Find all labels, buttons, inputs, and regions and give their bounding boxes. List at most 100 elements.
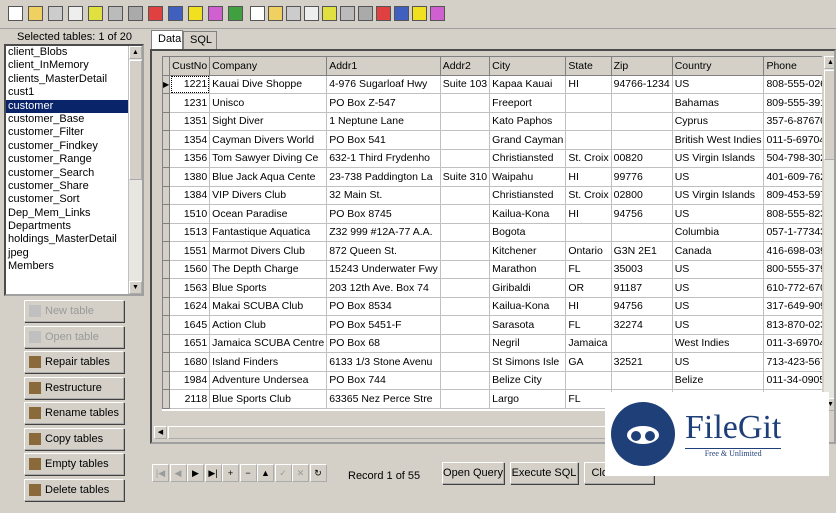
grid-cell[interactable]: US Virgin Islands bbox=[671, 185, 765, 205]
sql-icon[interactable] bbox=[410, 4, 429, 23]
grid-cell[interactable]: OR bbox=[565, 278, 612, 298]
grid-cell[interactable]: 02800 bbox=[610, 185, 673, 205]
grid-cell[interactable]: Largo bbox=[489, 389, 567, 409]
grid-cell[interactable]: US Virgin Islands bbox=[671, 148, 765, 168]
table-row[interactable]: 1513 Fantastique Aquatica Z32 999 #12A-77 … bbox=[162, 222, 822, 242]
table-row[interactable]: 1645 Action Club PO Box 5451-F Sarasota FL 32… bbox=[162, 315, 822, 335]
grid-cell[interactable]: 317-649-9098 bbox=[763, 296, 822, 316]
grid-cell[interactable]: US bbox=[671, 315, 765, 335]
table-row[interactable]: 1563 Blue Sports 203 12th Ave. Box 74 Girib… bbox=[162, 278, 822, 298]
grid-cell[interactable]: Sight Diver bbox=[209, 111, 328, 131]
grid-cell[interactable]: Suite 103 bbox=[439, 74, 491, 94]
table-list-item[interactable]: Members bbox=[6, 260, 142, 273]
table-row[interactable]: 1984 Adventure Undersea PO Box 744 Belize C… bbox=[162, 370, 822, 390]
nav-button[interactable]: ▲ bbox=[257, 464, 274, 482]
table-row[interactable]: 1351 Sight Diver 1 Neptune Lane Kato Paphos… bbox=[162, 111, 822, 131]
scroll-thumb[interactable] bbox=[824, 70, 834, 160]
grid-cell[interactable] bbox=[439, 130, 491, 150]
grid-cell[interactable]: 1551 bbox=[169, 241, 211, 261]
column-header[interactable]: Company bbox=[209, 56, 328, 76]
open-table-button[interactable]: Open table bbox=[24, 325, 124, 348]
grid-cell[interactable]: 91187 bbox=[610, 278, 673, 298]
grid-cell[interactable]: Blue Sports bbox=[209, 278, 328, 298]
nav-button[interactable]: ▶ bbox=[187, 464, 204, 482]
grid-cell[interactable] bbox=[439, 148, 491, 168]
new-icon[interactable] bbox=[248, 4, 267, 23]
scroll-thumb[interactable] bbox=[129, 60, 142, 180]
grid-cell[interactable]: Ontario bbox=[565, 241, 612, 261]
grid-cell[interactable]: Marmot Divers Club bbox=[209, 241, 328, 261]
grid-cell[interactable]: 610-772-6704 bbox=[763, 278, 822, 298]
grid-cell[interactable]: 011-3-697043 bbox=[763, 333, 822, 353]
table-row[interactable]: 1384 VIP Divers Club 32 Main St. Christians… bbox=[162, 185, 822, 205]
grid-cell[interactable]: US bbox=[671, 74, 765, 94]
table-row[interactable]: 1560 The Depth Charge 15243 Underwater Fwy… bbox=[162, 259, 822, 279]
grid-cell[interactable]: 872 Queen St. bbox=[326, 241, 441, 261]
grid-cell[interactable] bbox=[610, 333, 673, 353]
grid-cell[interactable] bbox=[565, 111, 612, 131]
grid-cell[interactable]: 63365 Nez Perce Stre bbox=[326, 389, 441, 409]
grid-cell[interactable]: Christiansted bbox=[489, 185, 567, 205]
grid-cell[interactable] bbox=[439, 296, 491, 316]
grid-cell[interactable]: 809-453-5976 bbox=[763, 185, 822, 205]
grid-cell[interactable]: 808-555-0269 bbox=[763, 74, 822, 94]
grid-cell[interactable] bbox=[610, 111, 673, 131]
grid-cell[interactable]: PO Box 68 bbox=[326, 333, 441, 353]
grid-cell[interactable]: British West Indies bbox=[671, 130, 765, 150]
grid-cell[interactable]: Sarasota bbox=[489, 315, 567, 335]
table-list-item[interactable]: holdings_MasterDetail bbox=[6, 233, 142, 246]
grid-cell[interactable]: Kato Paphos bbox=[489, 111, 567, 131]
grid-cell[interactable]: FL bbox=[565, 259, 612, 279]
nav-button[interactable]: ✕ bbox=[292, 464, 309, 482]
grid-cell[interactable]: 1 Neptune Lane bbox=[326, 111, 441, 131]
scroll-left-icon[interactable]: ◀ bbox=[154, 426, 167, 439]
grid-cell[interactable]: 1380 bbox=[169, 167, 211, 187]
open-icon[interactable] bbox=[26, 4, 45, 23]
grid-cell[interactable] bbox=[610, 130, 673, 150]
grid-cell[interactable]: 713-423-5675 bbox=[763, 352, 822, 372]
grid-cell[interactable]: 011-5-697044 bbox=[763, 130, 822, 150]
table-list-item[interactable]: customer_Findkey bbox=[6, 140, 142, 153]
table-row[interactable]: 1510 Ocean Paradise PO Box 8745 Kailua-Kona… bbox=[162, 204, 822, 224]
grid-cell[interactable]: Marathon bbox=[489, 259, 567, 279]
table-list-item[interactable]: Dep_Mem_Links bbox=[6, 207, 142, 220]
restructure-button[interactable]: Restructure bbox=[24, 376, 124, 399]
table-row[interactable]: ▶ 1221 Kauai Dive Shoppe 4-976 Sugarloaf Hw… bbox=[162, 74, 822, 94]
grid-cell[interactable]: US bbox=[671, 296, 765, 316]
lock-icon[interactable] bbox=[46, 4, 65, 23]
grid-cell[interactable]: 011-34-09054 bbox=[763, 370, 822, 390]
grid-cell[interactable]: 800-555-3798 bbox=[763, 259, 822, 279]
grid-cell[interactable]: US bbox=[671, 278, 765, 298]
table-row[interactable]: 1624 Makai SCUBA Club PO Box 8534 Kailua-Ko… bbox=[162, 296, 822, 316]
grid-icon[interactable] bbox=[320, 4, 339, 23]
sql-icon[interactable] bbox=[206, 4, 225, 23]
grid-cell[interactable]: 23-738 Paddington La bbox=[326, 167, 441, 187]
grid-cell[interactable]: 6133 1/3 Stone Avenu bbox=[326, 352, 441, 372]
grid-cell[interactable] bbox=[439, 93, 491, 113]
grid-cell[interactable]: 1560 bbox=[169, 259, 211, 279]
grid-cell[interactable]: Action Club bbox=[209, 315, 328, 335]
grid-cell[interactable]: 00820 bbox=[610, 148, 673, 168]
grid-cell[interactable]: 809-555-3915 bbox=[763, 93, 822, 113]
grid-cell[interactable]: 94756 bbox=[610, 204, 673, 224]
grid-cell[interactable] bbox=[439, 333, 491, 353]
grid-cell[interactable] bbox=[439, 352, 491, 372]
grid-cell[interactable]: PO Box 541 bbox=[326, 130, 441, 150]
export-icon[interactable] bbox=[338, 4, 357, 23]
grid-cell[interactable] bbox=[610, 370, 673, 390]
grid-cell[interactable] bbox=[610, 93, 673, 113]
grid-cell[interactable] bbox=[565, 222, 612, 242]
grid-cell[interactable]: 1984 bbox=[169, 370, 211, 390]
table-row[interactable]: 1354 Cayman Divers World PO Box 541 Grand C… bbox=[162, 130, 822, 150]
grid-cell[interactable]: Makai SCUBA Club bbox=[209, 296, 328, 316]
grid-cell[interactable]: 1510 bbox=[169, 204, 211, 224]
grid-cell[interactable] bbox=[565, 93, 612, 113]
grid-cell[interactable]: PO Box 744 bbox=[326, 370, 441, 390]
column-header[interactable]: Zip bbox=[610, 56, 673, 76]
grid-cell[interactable]: 813-870-0239 bbox=[763, 315, 822, 335]
nav-button[interactable]: ◀ bbox=[169, 464, 187, 482]
grid-cell[interactable]: St. Croix bbox=[565, 185, 612, 205]
grid-cell[interactable]: Canada bbox=[671, 241, 765, 261]
grid-cell[interactable]: 94756 bbox=[610, 296, 673, 316]
column-header[interactable]: Phone bbox=[763, 56, 822, 76]
